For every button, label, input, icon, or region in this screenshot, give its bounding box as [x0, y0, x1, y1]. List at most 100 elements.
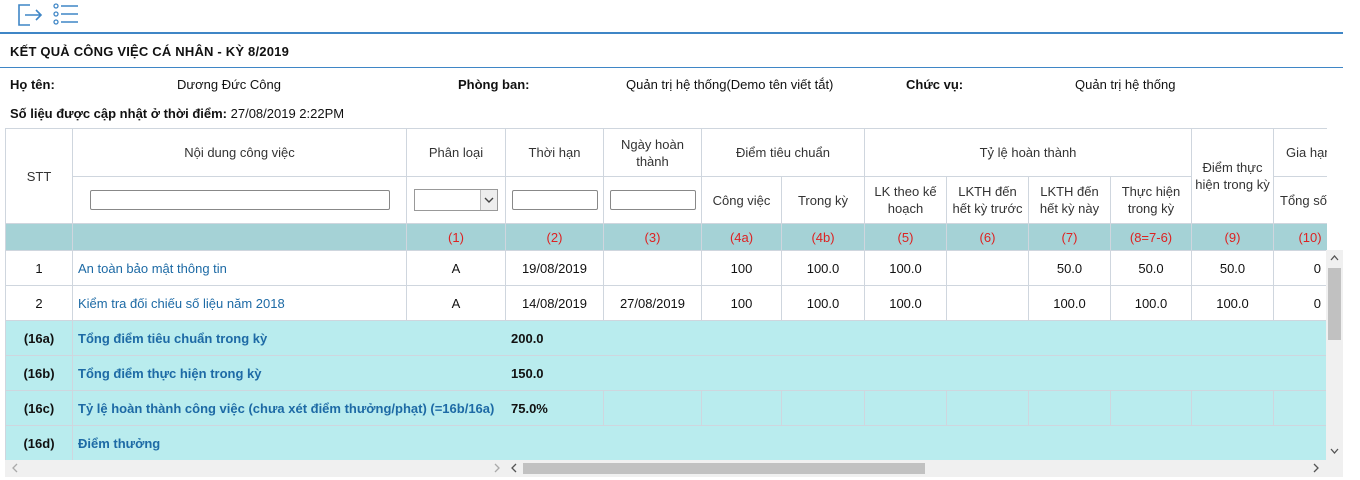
toolbar: [0, 0, 1360, 30]
header-content: Nội dung công việc: [73, 129, 407, 177]
filter-deadline-cell: [506, 177, 604, 224]
colnum-3: (3): [604, 224, 702, 251]
summary-16b-code: (16b): [6, 356, 73, 391]
row-2-std-period: 100.0: [782, 286, 865, 321]
summary-16c-cell: [1029, 391, 1111, 426]
updated-label: Số liệu được cập nhật ở thời điểm:: [10, 106, 227, 121]
summary-16b-value: 150.0: [506, 356, 1327, 391]
header-standard-points: Điểm tiêu chuẩn: [702, 129, 865, 177]
row-1-std-period: 100.0: [782, 251, 865, 286]
row-2-lk-plan: 100.0: [865, 286, 947, 321]
summary-16c-cell: [782, 391, 865, 426]
filter-done-date-input[interactable]: [609, 190, 696, 210]
summary-16a-value: 200.0: [506, 321, 1327, 356]
horizontal-scrollbar[interactable]: [5, 460, 1343, 477]
colnum-6: (6): [947, 224, 1029, 251]
header-standard-period: Trong kỳ: [782, 177, 865, 224]
summary-16d-value: [506, 426, 1327, 461]
horizontal-scroll-thumb[interactable]: [523, 463, 925, 474]
summary-16c-value: 75.0%: [506, 391, 604, 426]
row-1-deadline: 19/08/2019: [506, 251, 604, 286]
filter-category-cell: [407, 177, 506, 224]
header-lkth-this: LKTH đến hết kỳ này: [1029, 177, 1111, 224]
header-deadline: Thời hạn: [506, 129, 604, 177]
row-1-std-task: 100: [702, 251, 782, 286]
colnum-blank-2: [73, 224, 407, 251]
summary-16c-cell: [702, 391, 782, 426]
header-extension-total: Tổng số lầ: [1274, 177, 1327, 224]
row-1-points: 50.0: [1192, 251, 1274, 286]
summary-16c-label: Tỷ lệ hoàn thành công việc (chưa xét điể…: [73, 391, 507, 426]
row-2-ext-total: 0: [1274, 286, 1327, 321]
row-1-lk-plan: 100.0: [865, 251, 947, 286]
summary-16a-code: (16a): [6, 321, 73, 356]
header-points-done: Điểm thực hiện trong kỳ: [1192, 129, 1274, 224]
colnum-8: (8=7-6): [1111, 224, 1192, 251]
row-1-actual: 50.0: [1111, 251, 1192, 286]
row-2-done-date: 27/08/2019: [604, 286, 702, 321]
row-1-lkth-this: 50.0: [1029, 251, 1111, 286]
colnum-2: (2): [506, 224, 604, 251]
row-2-actual: 100.0: [1111, 286, 1192, 321]
scroll-right-icon[interactable]: [1312, 463, 1320, 476]
row-2-lkth-this: 100.0: [1029, 286, 1111, 321]
filter-category-select[interactable]: [414, 189, 498, 211]
summary-16c-cell: [604, 391, 702, 426]
filter-content-cell: [73, 177, 407, 224]
updated-value: 27/08/2019 2:22PM: [230, 106, 345, 121]
colnum-7: (7): [1029, 224, 1111, 251]
row-2-deadline: 14/08/2019: [506, 286, 604, 321]
position-value: Quản trị hệ thống: [1075, 77, 1176, 92]
row-2-lkth-prev: [947, 286, 1029, 321]
scroll-right-icon[interactable]: [493, 463, 501, 476]
row-2-points: 100.0: [1192, 286, 1274, 321]
header-completion-rate: Tỷ lệ hoàn thành: [865, 129, 1192, 177]
colnum-1: (1): [407, 224, 506, 251]
summary-16c-code: (16c): [6, 391, 73, 426]
row-1-content-link[interactable]: An toàn bảo mật thông tin: [73, 251, 407, 286]
scroll-left-icon[interactable]: [11, 463, 19, 476]
scroll-down-icon[interactable]: [1330, 446, 1339, 458]
summary-16c-cell: [1111, 391, 1192, 426]
header-extension: Gia hạn: [1274, 129, 1327, 177]
chevron-down-icon[interactable]: [480, 190, 497, 210]
name-label: Họ tên:: [10, 77, 55, 92]
row-2-stt: 2: [6, 286, 73, 321]
colnum-4b: (4b): [782, 224, 865, 251]
colnum-10: (10): [1274, 224, 1327, 251]
name-value: Dương Đức Công: [177, 77, 281, 92]
dept-value: Quản trị hệ thống(Demo tên viết tắt): [626, 77, 834, 92]
header-done-date: Ngày hoàn thành: [604, 129, 702, 177]
row-2-category: A: [407, 286, 506, 321]
summary-16d-code: (16d): [6, 426, 73, 461]
page-title: KẾT QUẢ CÔNG VIỆC CÁ NHÂN - KỲ 8/2019: [10, 44, 290, 59]
colnum-4a: (4a): [702, 224, 782, 251]
row-1-category: A: [407, 251, 506, 286]
vertical-scrollbar[interactable]: [1326, 250, 1343, 460]
list-icon[interactable]: [52, 2, 80, 31]
row-1-lkth-prev: [947, 251, 1029, 286]
summary-16c-cell: [865, 391, 947, 426]
row-1-done-date: [604, 251, 702, 286]
results-table: STT Nội dung công việc Phân loại Thời hạ…: [5, 128, 1327, 461]
colnum-blank-1: [6, 224, 73, 251]
summary-16c-cell: [1192, 391, 1274, 426]
scroll-up-icon[interactable]: [1330, 253, 1339, 265]
scroll-left-icon[interactable]: [510, 463, 518, 476]
vertical-scroll-thumb[interactable]: [1328, 268, 1341, 340]
row-1-stt: 1: [6, 251, 73, 286]
row-2-content-link[interactable]: Kiểm tra đối chiếu số liệu năm 2018: [73, 286, 407, 321]
header-stt: STT: [6, 129, 73, 224]
colnum-9: (9): [1192, 224, 1274, 251]
row-1-ext-total: 0: [1274, 251, 1327, 286]
header-lk-plan: LK theo kế hoạch: [865, 177, 947, 224]
position-label: Chức vụ:: [906, 77, 964, 92]
summary-16c-cell: [1274, 391, 1327, 426]
colnum-5: (5): [865, 224, 947, 251]
title-divider: [0, 67, 1343, 68]
toolbar-divider: [0, 32, 1343, 34]
filter-deadline-input[interactable]: [511, 190, 598, 210]
exit-icon[interactable]: [16, 2, 44, 31]
filter-content-input[interactable]: [89, 190, 390, 210]
filter-done-date-cell: [604, 177, 702, 224]
